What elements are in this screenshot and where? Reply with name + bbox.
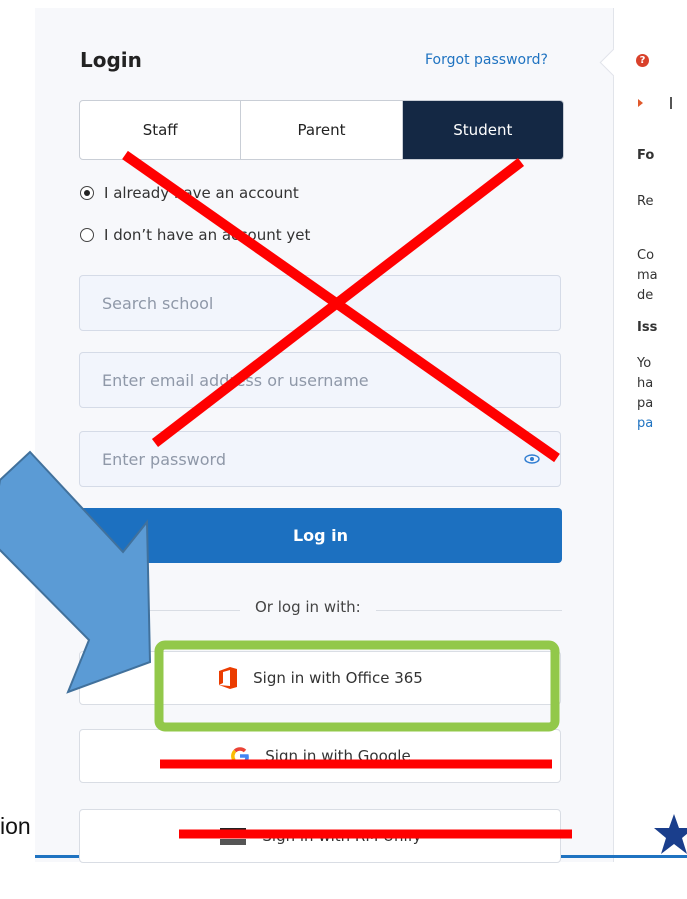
school-search-field [79, 275, 561, 331]
role-tabs: Staff Parent Student [79, 100, 564, 160]
help-link[interactable]: pa [637, 414, 653, 434]
google-icon [229, 745, 251, 767]
school-search-input[interactable] [80, 276, 560, 330]
radio-unchecked-icon[interactable] [80, 228, 94, 242]
email-field [79, 352, 561, 408]
rm-unify-label: Sign in with RM Unify [262, 827, 422, 845]
login-button[interactable]: Log in [79, 508, 562, 563]
radio-label: I already have an account [104, 184, 299, 202]
help-heading: Fo [637, 148, 655, 163]
radio-no-account[interactable]: I don’t have an account yet [80, 226, 310, 244]
office-365-icon [217, 667, 239, 689]
rm-unify-button[interactable]: Sign in with RM Unify [79, 809, 561, 863]
star-logo-icon [654, 814, 687, 854]
help-text: ha [637, 376, 654, 391]
help-panel [614, 8, 687, 862]
radio-label: I don’t have an account yet [104, 226, 311, 244]
email-input[interactable] [80, 353, 560, 407]
divider-text: Or log in with: [240, 598, 376, 616]
password-input[interactable] [80, 432, 560, 486]
office-365-button[interactable]: Sign in with Office 365 [79, 651, 561, 705]
help-text: de [637, 288, 654, 303]
help-heading: Iss [637, 320, 658, 335]
office-365-label: Sign in with Office 365 [253, 669, 423, 687]
tab-student[interactable]: Student [402, 101, 563, 159]
google-button[interactable]: Sign in with Google [79, 729, 561, 783]
eye-icon[interactable] [524, 451, 540, 467]
cropped-text: ion [0, 813, 31, 839]
help-text: Yo [637, 356, 652, 371]
help-question-icon: ? [636, 54, 649, 67]
page-title: Login [80, 48, 142, 72]
tab-staff[interactable]: Staff [80, 101, 242, 159]
forgot-password-link[interactable]: Forgot password? [425, 52, 548, 68]
radio-checked-icon[interactable] [80, 186, 94, 200]
tab-parent[interactable]: Parent [241, 101, 403, 159]
help-text: Re [637, 194, 654, 209]
expand-caret-icon[interactable] [638, 99, 643, 107]
left-margin [0, 0, 35, 899]
rm-unify-icon [218, 825, 248, 847]
help-text: pa [637, 396, 654, 411]
radio-have-account[interactable]: I already have an account [80, 184, 299, 202]
help-text: Co [637, 248, 655, 263]
google-label: Sign in with Google [265, 747, 411, 765]
help-text-fragment [670, 97, 672, 109]
help-text: ma [637, 268, 658, 283]
password-field [79, 431, 561, 487]
